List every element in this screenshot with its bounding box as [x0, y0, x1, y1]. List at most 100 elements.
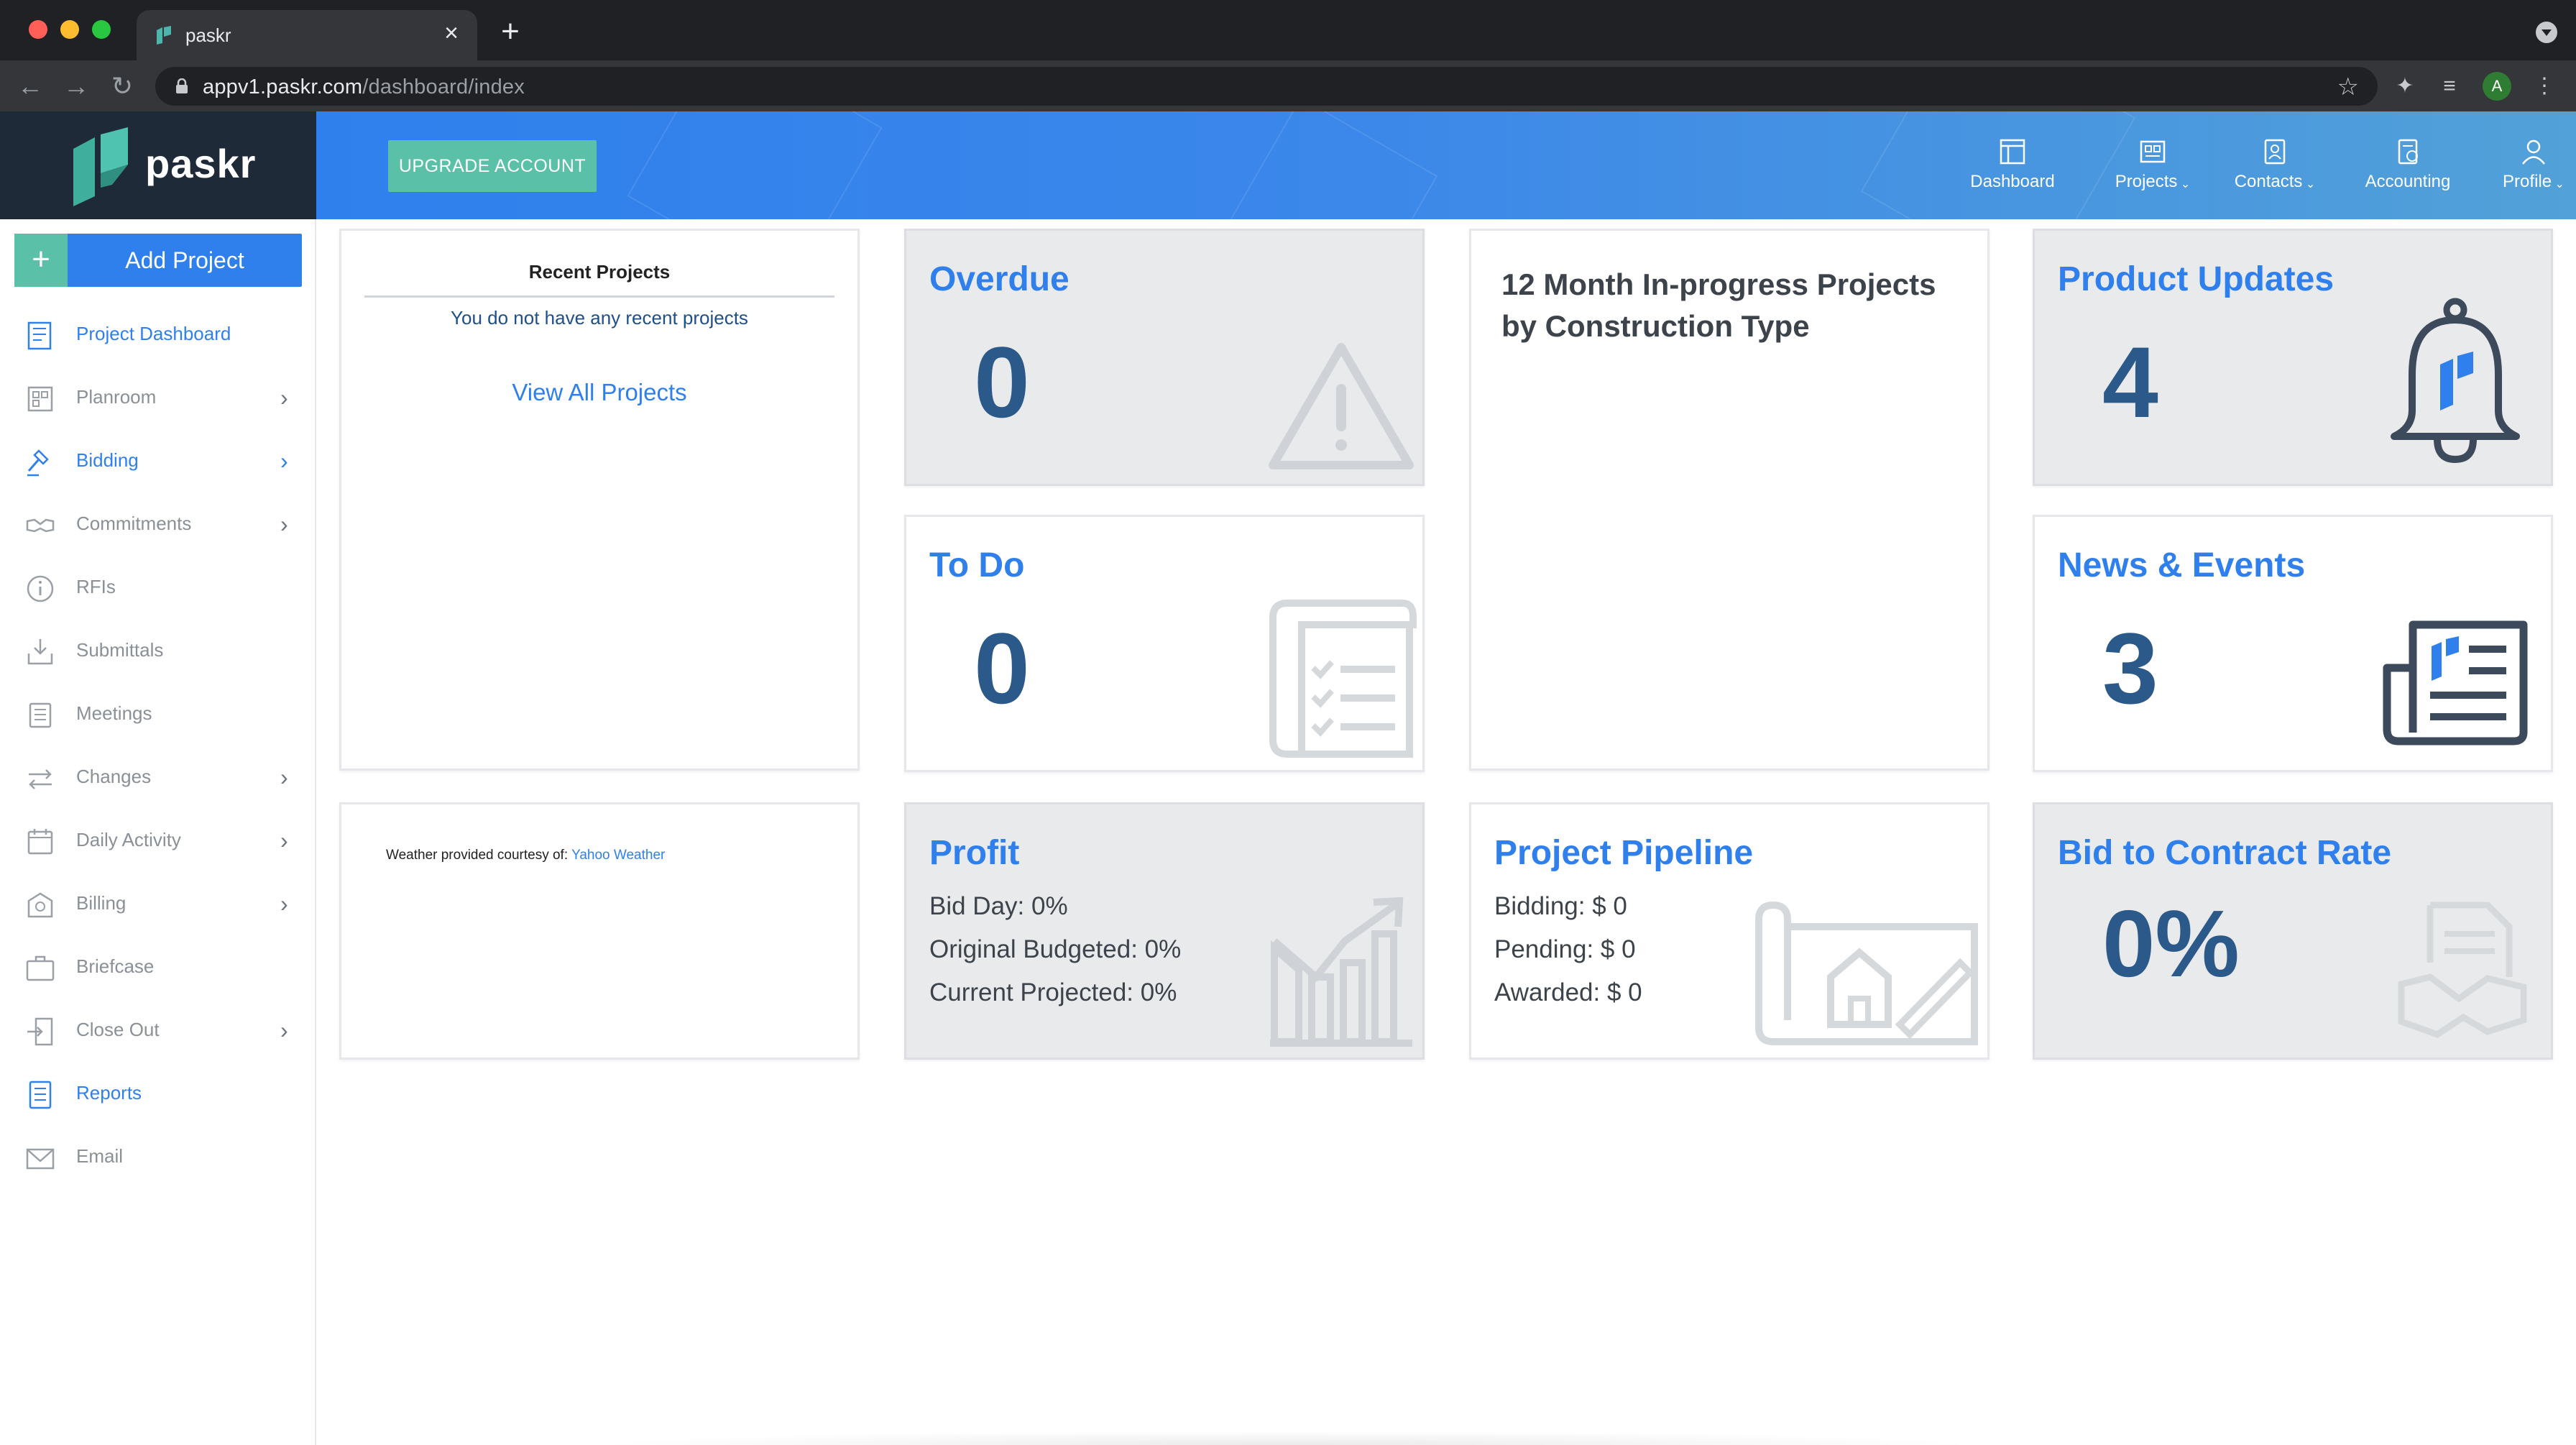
- bid-to-contract-title: Bid to Contract Rate: [2058, 834, 2392, 872]
- sidebar-item-commitments[interactable]: Commitments ›: [0, 501, 316, 544]
- add-project-label: Add Project: [125, 247, 244, 273]
- plus-icon: +: [14, 234, 68, 287]
- gavel-icon: [27, 449, 49, 477]
- chevron-right-icon: ›: [280, 1017, 288, 1043]
- yahoo-weather-link[interactable]: Yahoo Weather: [571, 848, 665, 863]
- browser-toolbar: ← → ↻ appv1.paskr.com/dashboard/index ☆ …: [0, 60, 2576, 111]
- menu-icon[interactable]: ⋮: [2529, 70, 2560, 102]
- growth-chart-icon: [1270, 896, 1412, 1047]
- reading-list-icon[interactable]: ≡: [2434, 70, 2465, 102]
- sidebar-item-label: Reports: [76, 1082, 142, 1104]
- sidebar-item-reports[interactable]: Reports: [0, 1070, 316, 1114]
- news-events-card[interactable]: News & Events 3: [2033, 515, 2553, 772]
- add-project-button[interactable]: + Add Project: [14, 234, 302, 287]
- overdue-count: 0: [974, 326, 1030, 439]
- browser-profile-avatar[interactable]: A: [2483, 72, 2511, 101]
- meetings-icon: [29, 702, 52, 728]
- todo-card[interactable]: To Do 0: [904, 515, 1425, 772]
- minimize-window-button[interactable]: [60, 20, 79, 39]
- pipeline-awarded: Awarded: $ 0: [1494, 978, 1642, 1006]
- sidebar-item-planroom[interactable]: Planroom ›: [0, 375, 316, 418]
- sidebar-item-label: Briefcase: [76, 955, 155, 977]
- sidebar: + Add Project Project Dashboard Planroom…: [0, 219, 316, 1445]
- pipeline-pending: Pending: $ 0: [1494, 935, 1636, 963]
- weather-credit-text: Weather provided courtesy of:: [386, 848, 569, 863]
- project-pipeline-card[interactable]: Project Pipeline Bidding: $ 0 Pending: $…: [1469, 802, 1990, 1060]
- pipeline-bidding: Bidding: $ 0: [1494, 892, 1627, 920]
- bid-to-contract-card[interactable]: Bid to Contract Rate 0%: [2033, 802, 2553, 1060]
- product-updates-card[interactable]: Product Updates 4: [2033, 229, 2553, 486]
- recent-projects-empty: You do not have any recent projects: [451, 307, 748, 329]
- nav-profile[interactable]: Profile ⌄: [2494, 111, 2573, 219]
- sidebar-item-label: Changes: [76, 766, 152, 787]
- weather-card: Weather provided courtesy of: Yahoo Weat…: [339, 802, 860, 1060]
- tab-title: paskr: [185, 24, 231, 46]
- sidebar-item-briefcase[interactable]: Briefcase: [0, 944, 316, 987]
- nav-contacts[interactable]: Contacts ⌄: [2228, 111, 2322, 219]
- nav-projects[interactable]: Projects ⌄: [2106, 111, 2199, 219]
- sidebar-item-label: Commitments: [76, 513, 192, 534]
- newspaper-icon: [2383, 620, 2528, 746]
- sidebar-item-label: Email: [76, 1145, 124, 1167]
- contract-handshake-icon: [2398, 902, 2527, 1039]
- sidebar-item-changes[interactable]: Changes ›: [0, 754, 316, 797]
- maximize-window-button[interactable]: [92, 20, 111, 39]
- profile-icon: [2522, 139, 2545, 165]
- nav-dashboard[interactable]: Dashboard: [1969, 111, 2056, 219]
- in-progress-projects-title: 12 Month In-progress Projects by Constru…: [1501, 264, 1936, 347]
- tab-close-icon[interactable]: ×: [438, 20, 464, 46]
- sidebar-item-label: Close Out: [76, 1019, 160, 1040]
- profit-card[interactable]: Profit Bid Day: 0% Original Budgeted: 0%…: [904, 802, 1425, 1060]
- sidebar-item-label: Planroom: [76, 386, 157, 408]
- overdue-title: Overdue: [929, 260, 1070, 298]
- sidebar-item-close-out[interactable]: Close Out ›: [0, 1007, 316, 1050]
- arrows-icon: [29, 769, 52, 789]
- nav-label: Contacts: [2234, 172, 2303, 191]
- handshake-icon: [26, 518, 55, 533]
- info-icon: [27, 575, 54, 602]
- chevron-down-icon: ⌄: [2305, 178, 2316, 191]
- back-icon[interactable]: ←: [14, 70, 46, 102]
- browser-tab[interactable]: paskr ×: [137, 10, 477, 60]
- new-tab-icon[interactable]: +: [494, 16, 526, 47]
- title-line: 12 Month In-progress Projects: [1501, 267, 1936, 301]
- lock-icon: [176, 78, 188, 93]
- view-all-projects-link[interactable]: View All Projects: [341, 379, 857, 406]
- tab-search-icon[interactable]: [2536, 22, 2557, 43]
- nav-accounting[interactable]: Accounting: [2350, 111, 2465, 219]
- profit-title: Profit: [929, 834, 1020, 872]
- upgrade-account-button[interactable]: UPGRADE ACCOUNT: [388, 140, 597, 192]
- todo-count: 0: [974, 612, 1030, 725]
- door-icon: [27, 1017, 53, 1046]
- sidebar-item-label: Meetings: [76, 702, 152, 724]
- reload-icon[interactable]: ↻: [106, 70, 138, 102]
- banner-hex-decoration: [1221, 111, 1438, 219]
- contacts-icon: [2264, 139, 2286, 165]
- paskr-favicon-icon: [157, 26, 171, 45]
- submittal-icon: [27, 639, 53, 665]
- logo-area[interactable]: paskr: [0, 111, 316, 219]
- extensions-icon[interactable]: ✦: [2389, 70, 2421, 102]
- sidebar-item-submittals[interactable]: Submittals: [0, 628, 316, 671]
- sidebar-item-billing[interactable]: Billing ›: [0, 881, 316, 924]
- sidebar-item-daily-activity[interactable]: Daily Activity ›: [0, 817, 316, 861]
- sidebar-item-project-dashboard[interactable]: Project Dashboard: [0, 311, 316, 354]
- sidebar-item-rfis[interactable]: RFIs: [0, 564, 316, 607]
- close-window-button[interactable]: [29, 20, 47, 39]
- chevron-down-icon: ⌄: [2180, 178, 2191, 191]
- star-icon[interactable]: ☆: [2337, 73, 2359, 101]
- url-host: appv1.paskr.com: [203, 75, 363, 98]
- forward-icon[interactable]: →: [60, 70, 92, 102]
- nav-label: Accounting: [2365, 172, 2451, 191]
- sidebar-item-label: Bidding: [76, 449, 139, 471]
- overdue-card[interactable]: Overdue 0: [904, 229, 1425, 486]
- profit-bid-day: Bid Day: 0%: [929, 892, 1068, 920]
- sidebar-item-label: Project Dashboard: [76, 323, 231, 344]
- news-events-title: News & Events: [2058, 546, 2306, 584]
- address-bar[interactable]: appv1.paskr.com/dashboard/index ☆: [155, 67, 2378, 106]
- logo-text: paskr: [145, 141, 257, 186]
- sidebar-item-email[interactable]: Email: [0, 1134, 316, 1177]
- sidebar-item-meetings[interactable]: Meetings: [0, 691, 316, 734]
- banner-hex-decoration: [627, 111, 883, 219]
- sidebar-item-bidding[interactable]: Bidding ›: [0, 438, 316, 481]
